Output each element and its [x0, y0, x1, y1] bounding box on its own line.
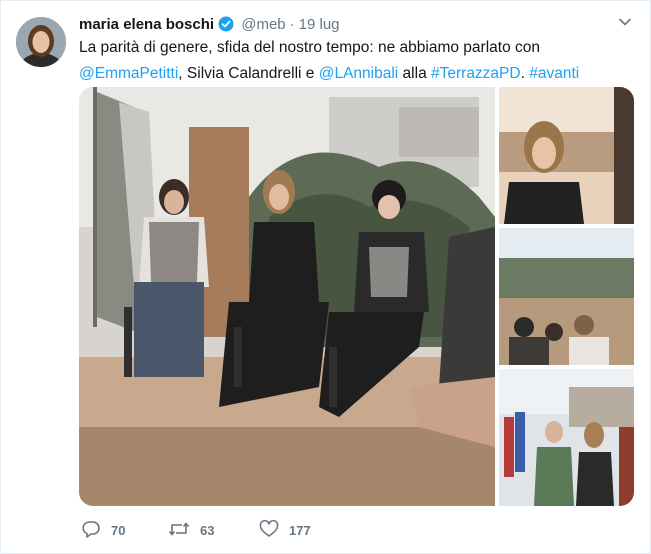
reply-icon	[81, 519, 111, 542]
retweet-button[interactable]: 63	[168, 519, 214, 542]
separator-dot: ·	[289, 16, 295, 33]
reply-button[interactable]: 70	[81, 519, 125, 542]
like-icon	[259, 519, 289, 542]
tweet-text: La parità di genere, sfida del nostro te…	[79, 35, 619, 87]
tweet-text-part: .	[520, 65, 530, 82]
tweet-card: maria elena boschi @meb · 19 lug La parità…	[0, 0, 651, 554]
retweet-count: 63	[200, 523, 215, 538]
avatar[interactable]	[16, 17, 66, 67]
tweet-text-part: La parità di genere, sfida del nostro te…	[79, 39, 540, 56]
hashtag-link[interactable]: #TerrazzaPD	[431, 65, 521, 82]
mention-link[interactable]: @LAnnibali	[319, 65, 399, 82]
panel-discussion-photo[interactable]	[79, 87, 495, 506]
speaker-closeup-photo[interactable]	[499, 87, 634, 224]
author-name[interactable]: maria elena boschi	[79, 16, 214, 33]
reply-count: 70	[111, 523, 126, 538]
group-conversation-photo[interactable]	[499, 369, 634, 506]
tweet-date[interactable]: 19 lug	[299, 16, 340, 33]
like-button[interactable]: 177	[259, 519, 311, 542]
mention-link[interactable]: @EmmaPetitti	[79, 65, 178, 82]
like-count: 177	[289, 523, 311, 538]
retweet-icon	[168, 519, 200, 542]
tweet-text-part: , Silvia Calandrelli e	[178, 65, 319, 82]
media-grid	[79, 87, 634, 506]
author-handle[interactable]: @meb	[241, 16, 285, 33]
tweet-text-part: alla	[398, 65, 431, 82]
chevron-down-icon[interactable]	[618, 15, 632, 34]
hashtag-link[interactable]: #avanti	[529, 65, 579, 82]
terrace-audience-photo[interactable]	[499, 228, 634, 365]
